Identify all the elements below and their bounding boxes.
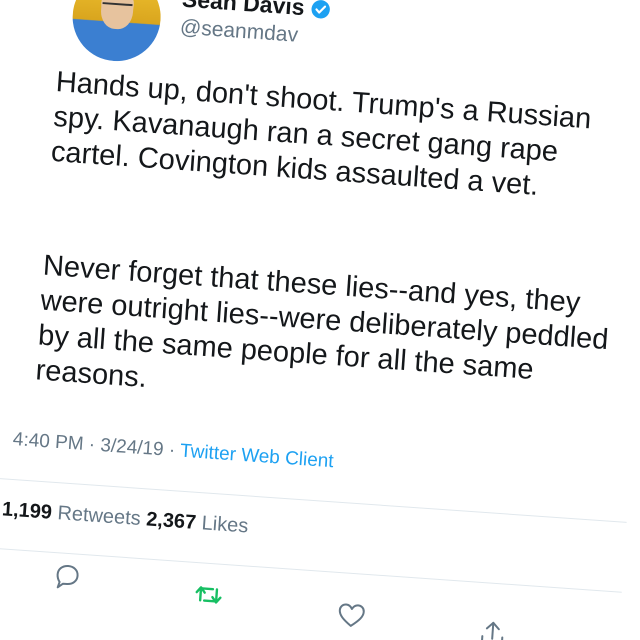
tweet-card: Sean Davis @seanmdav Hands up, don't sho…: [0, 0, 640, 640]
tweet-paragraph: Hands up, don't shoot. Trump's a Russian…: [49, 66, 593, 202]
tweet-time[interactable]: 4:40 PM: [12, 429, 84, 455]
reply-icon[interactable]: [50, 560, 84, 594]
meta-separator: ·: [88, 434, 96, 456]
likes-count: 2,367: [145, 508, 197, 534]
retweet-icon[interactable]: [191, 578, 225, 612]
tweet-meta: 4:40 PM · 3/24/19 · Twitter Web Client: [12, 429, 334, 473]
retweets-stat[interactable]: 1,199 Retweets: [1, 498, 147, 530]
avatar[interactable]: [69, 0, 164, 65]
retweets-label: Retweets: [56, 502, 142, 530]
handle[interactable]: @seanmdav: [179, 16, 299, 48]
retweets-count: 1,199: [1, 498, 53, 524]
tweet-paragraph: Never forget that these lies--and yes, t…: [34, 249, 610, 395]
meta-separator: ·: [168, 439, 176, 462]
tweet-date[interactable]: 3/24/19: [100, 435, 165, 460]
likes-label: Likes: [200, 512, 250, 538]
heart-icon[interactable]: [334, 598, 368, 632]
share-icon[interactable]: [475, 618, 509, 640]
likes-stat[interactable]: 2,367 Likes: [145, 508, 249, 537]
engagement-stats: 1,199 Retweets 2,367 Likes: [1, 498, 249, 538]
verified-badge-icon: [311, 0, 330, 18]
action-bar: [0, 555, 621, 640]
tweet-client-link[interactable]: Twitter Web Client: [179, 441, 334, 473]
